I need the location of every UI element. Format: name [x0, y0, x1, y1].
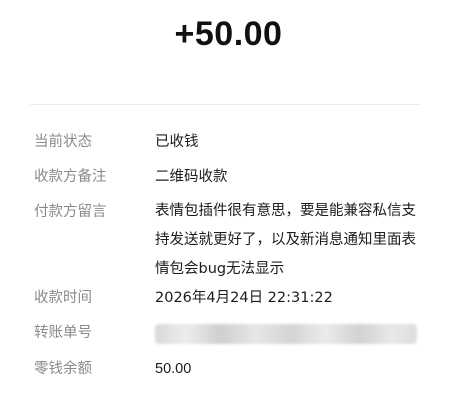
transfer-number-row: 转账单号 — [34, 322, 434, 346]
payer-message-label: 付款方留言 — [34, 204, 107, 220]
status-row: 当前状态 已收钱 — [34, 131, 434, 155]
payee-note-label: 收款方备注 — [34, 169, 107, 185]
status-label: 当前状态 — [34, 134, 92, 150]
time-row: 收款时间 2026年4月24日 22:31:22 — [34, 287, 434, 311]
status-value: 已收钱 — [155, 134, 199, 150]
balance-row: 零钱余额 50.00 — [34, 358, 434, 382]
time-value: 2026年4月24日 22:31:22 — [155, 290, 333, 306]
transfer-number-label: 转账单号 — [34, 325, 92, 341]
payee-note-row: 收款方备注 二维码收款 — [34, 166, 434, 190]
balance-value: 50.00 — [155, 361, 192, 377]
transfer-number-blurred-value — [155, 324, 417, 344]
divider — [30, 104, 420, 105]
time-label: 收款时间 — [34, 290, 92, 306]
balance-label: 零钱余额 — [34, 361, 92, 377]
payer-message-value: 表情包插件很有意思，要是能兼容私信支持发送就更好了，以及新消息通知里面表情包会b… — [155, 203, 416, 277]
payee-note-value: 二维码收款 — [155, 169, 228, 185]
payer-message-row: 付款方留言 表情包插件很有意思，要是能兼容私信支持发送就更好了，以及新消息通知里… — [34, 201, 434, 291]
transaction-amount: +50.00 — [174, 15, 283, 53]
